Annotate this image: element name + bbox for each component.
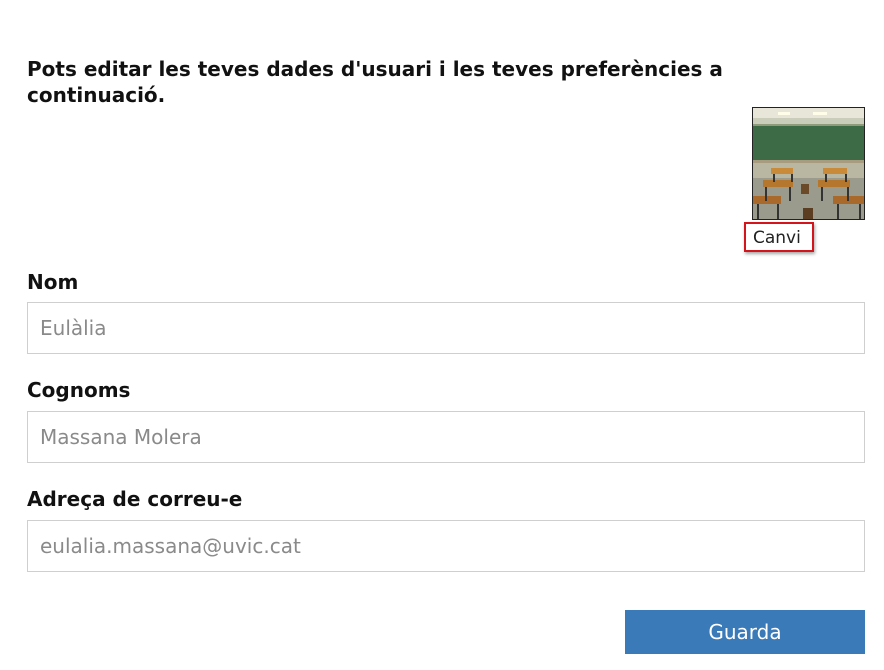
- email-label: Adreça de correu-e: [27, 487, 243, 511]
- last-name-label: Cognoms: [27, 378, 131, 402]
- email-field[interactable]: [27, 520, 865, 572]
- save-button[interactable]: Guarda: [625, 610, 865, 654]
- change-picture-link[interactable]: Canvi: [744, 222, 814, 252]
- classroom-image: [753, 108, 864, 219]
- first-name-label: Nom: [27, 270, 79, 294]
- intro-text: Pots editar les teves dades d'usuari i l…: [27, 57, 723, 107]
- first-name-field[interactable]: [27, 302, 865, 354]
- profile-picture: [752, 107, 865, 220]
- last-name-field[interactable]: [27, 411, 865, 463]
